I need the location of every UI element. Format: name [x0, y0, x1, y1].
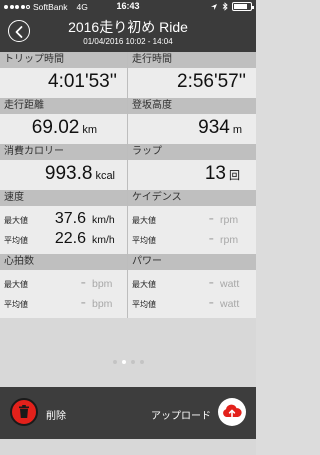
- page-dot[interactable]: [130, 360, 135, 364]
- heart-rate-max-value: -: [80, 274, 86, 291]
- stat-label: 消費カロリー: [0, 144, 127, 160]
- stat-value: 934: [198, 117, 230, 138]
- cadence-max-row: 最大値 - rpm: [132, 210, 239, 227]
- stat-value: 69.02: [31, 117, 80, 138]
- stat-laps: ラップ 13 回: [128, 144, 256, 190]
- stats-grid: トリップ時間 4:01'53'' 走行時間 2:56'57'' 走行距離 69.…: [0, 52, 256, 318]
- page-dot[interactable]: [121, 360, 126, 364]
- speed-avg-row: 平均値 22.6 km/h: [4, 230, 115, 247]
- upload-label[interactable]: アップロード: [151, 407, 211, 422]
- speed-avg-value: 22.6: [54, 230, 86, 247]
- stat-label: 登坂高度: [128, 98, 256, 114]
- power-avg-row: 平均値 - watt: [132, 294, 240, 311]
- stat-label: ラップ: [128, 144, 256, 160]
- stat-heart-rate: 心拍数 最大値 - bpm 平均値 - bpm: [0, 254, 128, 318]
- power-avg-value: -: [208, 294, 214, 311]
- heart-rate-avg-row: 平均値 - bpm: [4, 294, 113, 311]
- page-indicator[interactable]: [0, 360, 256, 364]
- power-max-value: -: [208, 274, 214, 291]
- action-bar: 削除 アップロード: [0, 387, 256, 439]
- stat-power: パワー 最大値 - watt 平均値 - watt: [128, 254, 256, 318]
- delete-button[interactable]: [10, 398, 38, 426]
- cadence-avg-value: -: [208, 230, 214, 247]
- location-arrow-icon: [211, 3, 217, 10]
- stat-label: 速度: [0, 190, 127, 206]
- page-title: 2016走り初め Ride: [68, 19, 188, 35]
- trash-icon: [19, 405, 29, 418]
- bluetooth-icon: [222, 2, 228, 11]
- stat-label: 心拍数: [0, 254, 127, 270]
- stat-label: ケイデンス: [128, 190, 256, 206]
- heart-rate-avg-value: -: [80, 294, 86, 311]
- stat-unit: kcal: [95, 170, 115, 182]
- stat-value: 13: [204, 163, 226, 184]
- stat-unit: km: [82, 124, 97, 136]
- stat-value: 993.8: [44, 163, 93, 184]
- stat-label: 走行時間: [128, 52, 256, 68]
- speed-max-row: 最大値 37.6 km/h: [4, 210, 115, 227]
- battery-icon: [232, 2, 254, 11]
- stat-label: 走行距離: [0, 98, 127, 114]
- page-dot[interactable]: [112, 360, 117, 364]
- stat-value: 4:01'53'': [48, 71, 117, 92]
- stat-calories: 消費カロリー 993.8 kcal: [0, 144, 128, 190]
- cadence-avg-row: 平均値 - rpm: [132, 230, 239, 247]
- heart-rate-max-row: 最大値 - bpm: [4, 274, 113, 291]
- stat-unit: 回: [229, 170, 240, 182]
- header: SoftBank 4G 16:43 2016走り初め Ride 01/04/20…: [0, 0, 256, 52]
- ride-date-range: 01/04/2016 10:02 - 14:04: [83, 37, 173, 46]
- stat-value: 2:56'57'': [177, 71, 246, 92]
- stat-cadence: ケイデンス 最大値 - rpm 平均値 - rpm: [128, 190, 256, 254]
- stat-speed: 速度 最大値 37.6 km/h 平均値 22.6 km/h: [0, 190, 128, 254]
- status-bar: SoftBank 4G 16:43: [0, 0, 256, 14]
- stat-elevation: 登坂高度 934 m: [128, 98, 256, 144]
- stat-moving-time: 走行時間 2:56'57'': [128, 52, 256, 98]
- stat-distance: 走行距離 69.02 km: [0, 98, 128, 144]
- stat-trip-time: トリップ時間 4:01'53'': [0, 52, 128, 98]
- power-max-row: 最大値 - watt: [132, 274, 240, 291]
- ride-summary-screen: SoftBank 4G 16:43 2016走り初め Ride 01/04/20…: [0, 0, 256, 455]
- stat-label: トリップ時間: [0, 52, 127, 68]
- cloud-upload-icon: [223, 404, 242, 418]
- stat-unit: m: [232, 124, 242, 136]
- cadence-max-value: -: [208, 210, 214, 227]
- speed-max-value: 37.6: [54, 210, 86, 227]
- page-dot[interactable]: [139, 360, 144, 364]
- upload-button[interactable]: [218, 398, 246, 426]
- stat-label: パワー: [128, 254, 256, 270]
- delete-label[interactable]: 削除: [46, 407, 66, 422]
